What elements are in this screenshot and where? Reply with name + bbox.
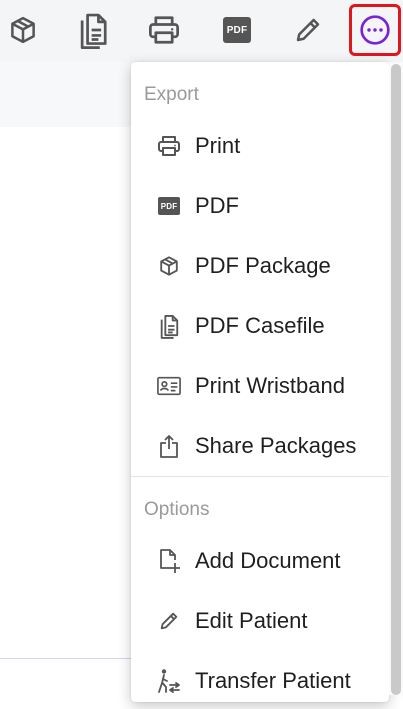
package-icon (157, 254, 181, 278)
menu-item-edit-patient[interactable]: Edit Patient (131, 593, 389, 649)
pdf-icon: PDF (223, 17, 251, 43)
menu-item-pdf-package[interactable]: PDF Package (131, 238, 389, 294)
pencil-icon (293, 15, 323, 45)
package-icon (8, 15, 38, 45)
menu-item-label: Print (195, 133, 241, 158)
id-card-icon (157, 374, 181, 398)
menu-item-print-wristband[interactable]: Print Wristband (131, 358, 389, 414)
edit-button[interactable] (285, 7, 331, 53)
menu-item-label: Edit Patient (195, 608, 308, 633)
print-button[interactable] (141, 7, 187, 53)
pdf-button[interactable]: PDF (214, 7, 260, 53)
menu-item-print[interactable]: Print (131, 118, 389, 174)
pdf-casefile-button[interactable] (70, 7, 116, 53)
menu-item-transfer-patient[interactable]: Transfer Patient (131, 653, 389, 709)
background-panel (0, 62, 140, 127)
menu-item-label: PDF Package (195, 253, 331, 278)
transfer-patient-icon (157, 669, 181, 693)
pdf-package-button[interactable] (0, 7, 46, 53)
more-horizontal-icon (359, 14, 391, 46)
more-options-menu: Export Print PDF PDF PDF Package PDF Cas… (131, 62, 389, 702)
menu-item-label: PDF (195, 193, 239, 218)
menu-item-label: PDF Casefile (195, 313, 325, 338)
background-divider (0, 658, 140, 659)
add-document-icon (157, 549, 181, 573)
share-icon (157, 434, 181, 458)
menu-divider (131, 476, 389, 477)
printer-icon (147, 15, 181, 45)
options-section-title: Options (144, 499, 210, 520)
pdf-icon: PDF (157, 194, 181, 218)
more-options-button[interactable] (349, 4, 401, 56)
menu-item-pdf-casefile[interactable]: PDF Casefile (131, 298, 389, 354)
pdf-badge: PDF (158, 197, 180, 215)
casefile-icon (157, 314, 181, 339)
printer-icon (157, 134, 181, 158)
menu-item-share-packages[interactable]: Share Packages (131, 418, 389, 474)
menu-item-label: Print Wristband (195, 373, 345, 398)
top-toolbar: PDF (0, 0, 403, 62)
export-section-title: Export (144, 84, 199, 105)
menu-item-label: Add Document (195, 548, 341, 573)
menu-item-pdf[interactable]: PDF PDF (131, 178, 389, 234)
menu-item-add-document[interactable]: Add Document (131, 533, 389, 589)
casefile-icon (76, 11, 110, 49)
menu-scrollbar-thumb[interactable] (391, 64, 401, 695)
menu-item-label: Transfer Patient (195, 668, 351, 693)
pencil-icon (157, 609, 181, 633)
menu-item-label: Share Packages (195, 433, 357, 458)
